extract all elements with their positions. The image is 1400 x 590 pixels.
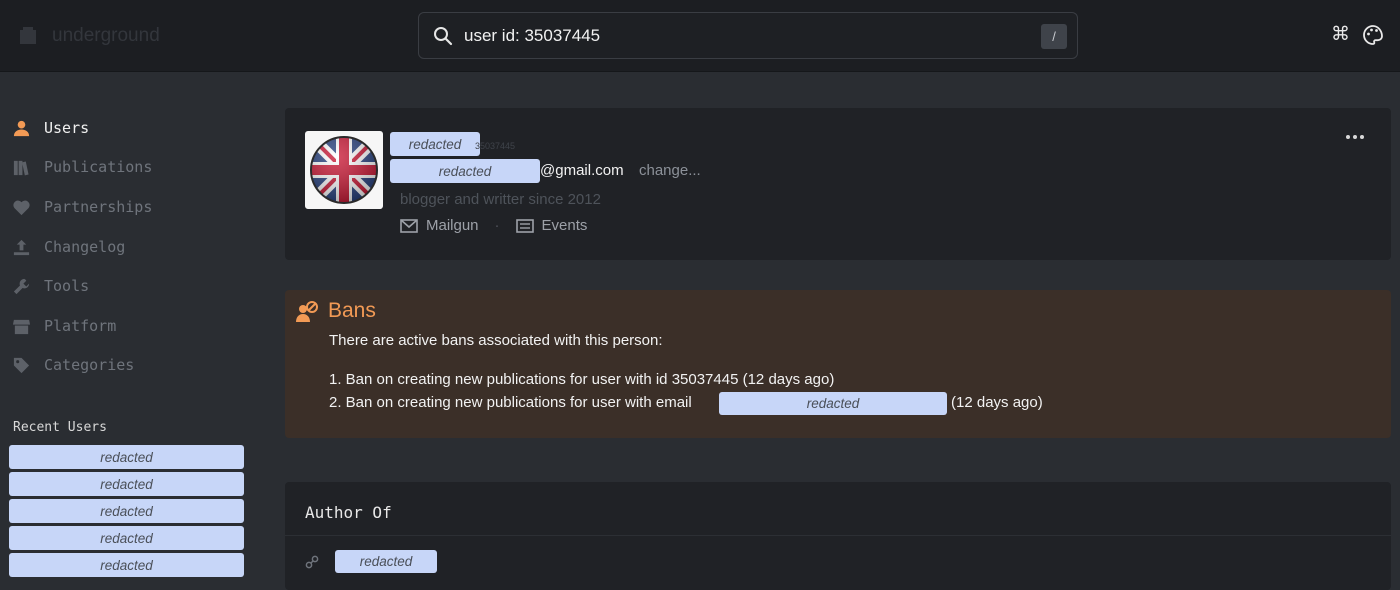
profile-links: Mailgun · Events [400, 217, 587, 234]
author-of-panel: Author Of redacted [285, 482, 1391, 590]
envelope-icon [400, 218, 418, 233]
author-of-heading: Author Of [305, 503, 392, 522]
user-icon [13, 120, 30, 136]
divider [285, 535, 1391, 536]
change-email-link[interactable]: change... [639, 162, 701, 179]
bans-panel: Bans There are active bans associated wi… [285, 290, 1391, 438]
email-domain: @gmail.com [540, 162, 624, 179]
sidebar: Users Publications Partnerships Changelo… [0, 72, 260, 590]
sidebar-item-label: Publications [44, 158, 153, 176]
recent-user-item[interactable]: redacted [9, 526, 244, 550]
recent-users-heading: Recent Users [13, 420, 107, 435]
events-link[interactable]: Events [542, 217, 588, 234]
top-bar: underground / ⌘ [0, 0, 1400, 72]
recent-user-item[interactable]: redacted [9, 553, 244, 577]
sidebar-item-categories[interactable]: Categories [12, 352, 134, 378]
sidebar-item-label: Categories [44, 356, 135, 374]
links-separator: · [494, 217, 500, 234]
recent-user-item[interactable]: redacted [9, 472, 244, 496]
brand-name: underground [52, 25, 160, 46]
user-profile-card: redacted 35037445 redacted @gmail.com ch… [285, 108, 1391, 260]
user-id-faint: 35037445 [475, 141, 516, 151]
ban-item-2-prefix: 2. Ban on creating new publications for … [329, 394, 692, 411]
building-icon [20, 27, 36, 44]
recent-user-item[interactable]: redacted [9, 499, 244, 523]
ban-item-1: 1. Ban on creating new publications for … [329, 371, 835, 388]
publication-link[interactable]: redacted [335, 550, 437, 573]
bans-description: There are active bans associated with th… [329, 332, 663, 349]
sidebar-item-platform[interactable]: Platform [12, 313, 116, 339]
user-name: redacted [390, 132, 480, 156]
search-bar[interactable]: / [418, 12, 1078, 59]
command-icon[interactable]: ⌘ [1331, 24, 1350, 46]
list-icon [515, 218, 534, 233]
recent-user-item[interactable]: redacted [9, 445, 244, 469]
search-input[interactable] [464, 21, 1024, 51]
sidebar-item-users[interactable]: Users [12, 115, 89, 141]
wrench-icon [13, 278, 30, 294]
ban-user-icon [296, 301, 318, 322]
sidebar-item-partnerships[interactable]: Partnerships [12, 194, 152, 220]
ban-item-2-email: redacted [719, 392, 947, 415]
sidebar-item-changelog[interactable]: Changelog [12, 234, 125, 260]
upload-icon [13, 239, 30, 255]
mailgun-link[interactable]: Mailgun [426, 217, 479, 234]
sidebar-item-label: Platform [44, 317, 117, 335]
heart-icon [13, 200, 30, 215]
search-icon [434, 27, 453, 46]
link-icon [305, 555, 319, 569]
uk-flag-avatar-icon [310, 136, 378, 204]
brand[interactable]: underground [18, 22, 160, 50]
more-options-icon[interactable] [1345, 134, 1365, 140]
sidebar-item-tools[interactable]: Tools [12, 273, 89, 299]
ban-item-2-suffix: (12 days ago) [951, 394, 1043, 411]
search-shortcut-key: / [1041, 24, 1067, 49]
sidebar-item-label: Tools [44, 277, 90, 295]
tag-icon [13, 357, 30, 373]
theme-palette-icon[interactable] [1362, 24, 1384, 46]
user-bio: blogger and writter since 2012 [400, 191, 601, 208]
avatar[interactable] [305, 131, 383, 209]
store-icon [12, 319, 31, 334]
email-local-part: redacted [390, 159, 540, 183]
sidebar-item-label: Changelog [44, 238, 126, 256]
sidebar-item-label: Partnerships [44, 198, 153, 216]
sidebar-item-label: Users [44, 119, 90, 137]
books-icon [13, 160, 29, 175]
sidebar-item-publications[interactable]: Publications [12, 154, 152, 180]
bans-title: Bans [328, 299, 376, 322]
